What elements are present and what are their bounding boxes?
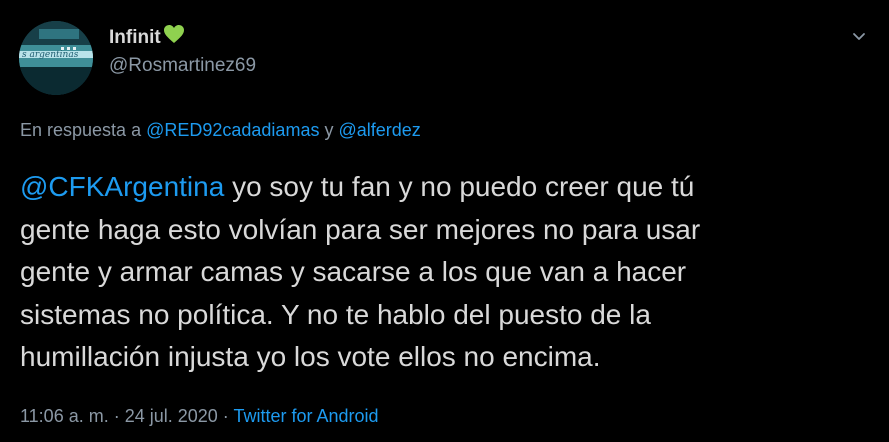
avatar[interactable]: s argentinas [19,21,93,95]
user-info: Infinit @Rosmartinez69 [109,24,256,77]
reply-mention-2[interactable]: @alferdez [338,120,420,140]
tweet-meta: 11:06 a. m. · 24 jul. 2020 · Twitter for… [20,406,379,427]
tweet-time[interactable]: 11:06 a. m. [20,406,109,426]
green-heart-icon [163,24,185,49]
meta-separator: · [217,406,234,426]
meta-separator: · [108,406,125,426]
reply-joiner: y [319,120,339,140]
tweet-date[interactable]: 24 jul. 2020 [125,406,218,426]
reply-context: En respuesta a @RED92cadadiamas y @alfer… [20,120,421,141]
reply-mention-1[interactable]: @RED92cadadiamas [146,120,319,140]
chevron-down-icon[interactable] [849,26,869,46]
svg-text:s argentinas: s argentinas [22,50,79,60]
user-handle[interactable]: @Rosmartinez69 [109,55,256,77]
reply-prefix: En respuesta a [20,120,147,140]
tweet-source[interactable]: Twitter for Android [233,406,378,426]
tweet-mention[interactable]: @CFKArgentina [20,171,224,202]
tweet-card: s argentinas Infinit @Rosmartinez69 En r… [0,0,889,442]
tweet-body: @CFKArgentina yo soy tu fan y no puedo c… [20,166,865,379]
display-name[interactable]: Infinit [109,27,161,49]
